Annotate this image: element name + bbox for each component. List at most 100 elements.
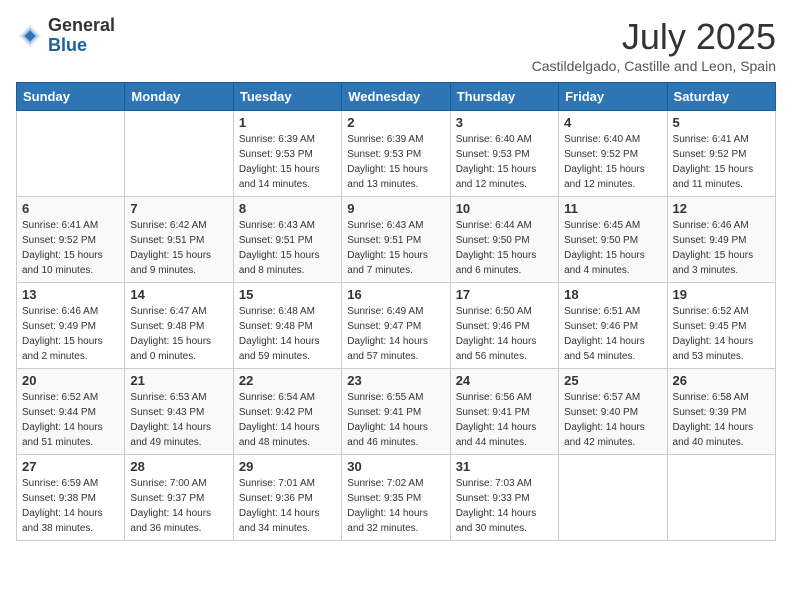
day-info: Sunrise: 6:39 AMSunset: 9:53 PMDaylight:… bbox=[239, 132, 336, 192]
day-info: Sunrise: 6:39 AMSunset: 9:53 PMDaylight:… bbox=[347, 132, 444, 192]
day-number: 4 bbox=[564, 115, 661, 130]
day-info: Sunrise: 6:48 AMSunset: 9:48 PMDaylight:… bbox=[239, 304, 336, 364]
day-number: 12 bbox=[673, 201, 770, 216]
calendar-header-monday: Monday bbox=[125, 83, 233, 111]
day-info: Sunrise: 6:49 AMSunset: 9:47 PMDaylight:… bbox=[347, 304, 444, 364]
day-info: Sunrise: 6:46 AMSunset: 9:49 PMDaylight:… bbox=[22, 304, 119, 364]
calendar-cell: 21 Sunrise: 6:53 AMSunset: 9:43 PMDayligh… bbox=[125, 369, 233, 455]
location-subtitle: Castildelgado, Castille and Leon, Spain bbox=[532, 58, 776, 74]
day-number: 25 bbox=[564, 373, 661, 388]
day-info: Sunrise: 6:43 AMSunset: 9:51 PMDaylight:… bbox=[347, 218, 444, 278]
day-info: Sunrise: 7:01 AMSunset: 9:36 PMDaylight:… bbox=[239, 476, 336, 536]
day-info: Sunrise: 6:50 AMSunset: 9:46 PMDaylight:… bbox=[456, 304, 553, 364]
day-number: 11 bbox=[564, 201, 661, 216]
calendar-week-3: 13 Sunrise: 6:46 AMSunset: 9:49 PMDayligh… bbox=[17, 283, 776, 369]
calendar-cell: 11Sunrise: 6:45 AMSunset: 9:50 PMDayligh… bbox=[559, 197, 667, 283]
day-number: 20 bbox=[22, 373, 119, 388]
day-number: 7 bbox=[130, 201, 227, 216]
day-number: 22 bbox=[239, 373, 336, 388]
calendar-cell: 1 Sunrise: 6:39 AMSunset: 9:53 PMDaylight… bbox=[233, 111, 341, 197]
month-title: July 2025 bbox=[532, 16, 776, 58]
calendar-cell: 16 Sunrise: 6:49 AMSunset: 9:47 PMDayligh… bbox=[342, 283, 450, 369]
calendar-cell bbox=[559, 455, 667, 541]
day-info: Sunrise: 6:59 AMSunset: 9:38 PMDaylight:… bbox=[22, 476, 119, 536]
calendar-cell: 29Sunrise: 7:01 AMSunset: 9:36 PMDayligh… bbox=[233, 455, 341, 541]
calendar-cell: 22Sunrise: 6:54 AMSunset: 9:42 PMDayligh… bbox=[233, 369, 341, 455]
calendar-cell: 13 Sunrise: 6:46 AMSunset: 9:49 PMDayligh… bbox=[17, 283, 125, 369]
day-info: Sunrise: 6:41 AMSunset: 9:52 PMDaylight:… bbox=[673, 132, 770, 192]
calendar-header-saturday: Saturday bbox=[667, 83, 775, 111]
calendar-table: SundayMondayTuesdayWednesdayThursdayFrid… bbox=[16, 82, 776, 541]
page-header: General Blue July 2025 Castildelgado, Ca… bbox=[16, 16, 776, 74]
day-number: 14 bbox=[130, 287, 227, 302]
day-number: 13 bbox=[22, 287, 119, 302]
logo-blue: Blue bbox=[48, 36, 115, 56]
calendar-cell: 30 Sunrise: 7:02 AMSunset: 9:35 PMDayligh… bbox=[342, 455, 450, 541]
day-number: 5 bbox=[673, 115, 770, 130]
calendar-cell: 17 Sunrise: 6:50 AMSunset: 9:46 PMDayligh… bbox=[450, 283, 558, 369]
calendar-week-5: 27 Sunrise: 6:59 AMSunset: 9:38 PMDayligh… bbox=[17, 455, 776, 541]
day-number: 21 bbox=[130, 373, 227, 388]
day-number: 23 bbox=[347, 373, 444, 388]
day-number: 28 bbox=[130, 459, 227, 474]
day-number: 8 bbox=[239, 201, 336, 216]
calendar-cell bbox=[125, 111, 233, 197]
day-info: Sunrise: 6:46 AMSunset: 9:49 PMDaylight:… bbox=[673, 218, 770, 278]
day-number: 18 bbox=[564, 287, 661, 302]
logo: General Blue bbox=[16, 16, 115, 56]
calendar-cell: 3Sunrise: 6:40 AMSunset: 9:53 PMDaylight… bbox=[450, 111, 558, 197]
day-info: Sunrise: 6:55 AMSunset: 9:41 PMDaylight:… bbox=[347, 390, 444, 450]
day-number: 10 bbox=[456, 201, 553, 216]
day-number: 16 bbox=[347, 287, 444, 302]
day-number: 3 bbox=[456, 115, 553, 130]
day-info: Sunrise: 6:47 AMSunset: 9:48 PMDaylight:… bbox=[130, 304, 227, 364]
day-number: 17 bbox=[456, 287, 553, 302]
day-info: Sunrise: 6:44 AMSunset: 9:50 PMDaylight:… bbox=[456, 218, 553, 278]
day-info: Sunrise: 6:40 AMSunset: 9:52 PMDaylight:… bbox=[564, 132, 661, 192]
calendar-cell: 15 Sunrise: 6:48 AMSunset: 9:48 PMDayligh… bbox=[233, 283, 341, 369]
calendar-cell: 10 Sunrise: 6:44 AMSunset: 9:50 PMDayligh… bbox=[450, 197, 558, 283]
day-number: 6 bbox=[22, 201, 119, 216]
day-info: Sunrise: 6:52 AMSunset: 9:44 PMDaylight:… bbox=[22, 390, 119, 450]
day-info: Sunrise: 6:56 AMSunset: 9:41 PMDaylight:… bbox=[456, 390, 553, 450]
title-block: July 2025 Castildelgado, Castille and Le… bbox=[532, 16, 776, 74]
day-number: 9 bbox=[347, 201, 444, 216]
day-info: Sunrise: 6:52 AMSunset: 9:45 PMDaylight:… bbox=[673, 304, 770, 364]
day-info: Sunrise: 7:00 AMSunset: 9:37 PMDaylight:… bbox=[130, 476, 227, 536]
day-info: Sunrise: 6:53 AMSunset: 9:43 PMDaylight:… bbox=[130, 390, 227, 450]
calendar-header-row: SundayMondayTuesdayWednesdayThursdayFrid… bbox=[17, 83, 776, 111]
day-info: Sunrise: 6:43 AMSunset: 9:51 PMDaylight:… bbox=[239, 218, 336, 278]
day-info: Sunrise: 6:51 AMSunset: 9:46 PMDaylight:… bbox=[564, 304, 661, 364]
calendar-header-tuesday: Tuesday bbox=[233, 83, 341, 111]
day-info: Sunrise: 7:03 AMSunset: 9:33 PMDaylight:… bbox=[456, 476, 553, 536]
day-number: 1 bbox=[239, 115, 336, 130]
logo-general: General bbox=[48, 16, 115, 36]
calendar-cell: 20 Sunrise: 6:52 AMSunset: 9:44 PMDayligh… bbox=[17, 369, 125, 455]
calendar-cell bbox=[667, 455, 775, 541]
calendar-cell: 4 Sunrise: 6:40 AMSunset: 9:52 PMDaylight… bbox=[559, 111, 667, 197]
calendar-header-thursday: Thursday bbox=[450, 83, 558, 111]
calendar-cell: 9 Sunrise: 6:43 AMSunset: 9:51 PMDaylight… bbox=[342, 197, 450, 283]
calendar-cell: 19Sunrise: 6:52 AMSunset: 9:45 PMDayligh… bbox=[667, 283, 775, 369]
logo-text: General Blue bbox=[48, 16, 115, 56]
day-info: Sunrise: 7:02 AMSunset: 9:35 PMDaylight:… bbox=[347, 476, 444, 536]
day-info: Sunrise: 6:57 AMSunset: 9:40 PMDaylight:… bbox=[564, 390, 661, 450]
day-info: Sunrise: 6:42 AMSunset: 9:51 PMDaylight:… bbox=[130, 218, 227, 278]
day-number: 15 bbox=[239, 287, 336, 302]
day-number: 27 bbox=[22, 459, 119, 474]
calendar-cell: 12 Sunrise: 6:46 AMSunset: 9:49 PMDayligh… bbox=[667, 197, 775, 283]
calendar-cell: 31Sunrise: 7:03 AMSunset: 9:33 PMDayligh… bbox=[450, 455, 558, 541]
calendar-week-4: 20 Sunrise: 6:52 AMSunset: 9:44 PMDayligh… bbox=[17, 369, 776, 455]
calendar-cell: 27 Sunrise: 6:59 AMSunset: 9:38 PMDayligh… bbox=[17, 455, 125, 541]
calendar-cell: 8 Sunrise: 6:43 AMSunset: 9:51 PMDaylight… bbox=[233, 197, 341, 283]
calendar-cell: 24Sunrise: 6:56 AMSunset: 9:41 PMDayligh… bbox=[450, 369, 558, 455]
calendar-cell: 18 Sunrise: 6:51 AMSunset: 9:46 PMDayligh… bbox=[559, 283, 667, 369]
day-number: 2 bbox=[347, 115, 444, 130]
calendar-cell: 2 Sunrise: 6:39 AMSunset: 9:53 PMDaylight… bbox=[342, 111, 450, 197]
day-number: 30 bbox=[347, 459, 444, 474]
day-info: Sunrise: 6:58 AMSunset: 9:39 PMDaylight:… bbox=[673, 390, 770, 450]
calendar-header-sunday: Sunday bbox=[17, 83, 125, 111]
calendar-cell: 14 Sunrise: 6:47 AMSunset: 9:48 PMDayligh… bbox=[125, 283, 233, 369]
calendar-cell: 6Sunrise: 6:41 AMSunset: 9:52 PMDaylight… bbox=[17, 197, 125, 283]
calendar-header-friday: Friday bbox=[559, 83, 667, 111]
